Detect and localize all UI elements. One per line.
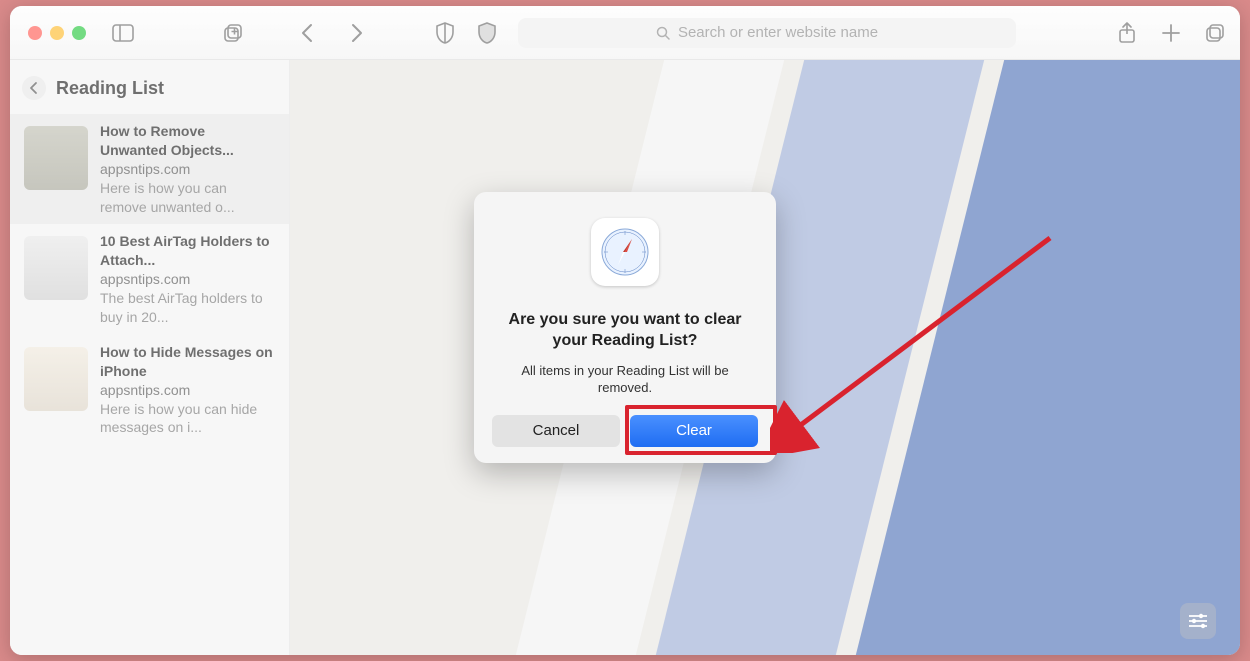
item-desc: The best AirTag holders to buy in 20... (100, 289, 275, 327)
item-text: 10 Best AirTag Holders to Attach... apps… (100, 232, 275, 326)
sidebar-title: Reading List (56, 78, 164, 99)
share-icon[interactable] (1116, 22, 1138, 44)
item-desc: Here is how you can remove unwanted o... (100, 179, 275, 217)
right-tools (1116, 22, 1226, 44)
customize-start-page-icon[interactable] (1180, 603, 1216, 639)
item-title: How to Remove Unwanted Objects... (100, 122, 275, 160)
reading-list-item[interactable]: How to Remove Unwanted Objects... appsnt… (10, 114, 289, 224)
item-title: How to Hide Messages on iPhone (100, 343, 275, 381)
minimize-window-button[interactable] (50, 26, 64, 40)
sidebar-header: Reading List (10, 60, 289, 114)
clear-button[interactable]: Clear (630, 415, 758, 447)
dialog-title: Are you sure you want to clear your Read… (492, 310, 758, 352)
reading-list-item[interactable]: How to Hide Messages on iPhone appsntips… (10, 335, 289, 445)
item-text: How to Remove Unwanted Objects... appsnt… (100, 122, 275, 216)
forward-button[interactable] (346, 22, 368, 44)
sidebar-toggle-icon[interactable] (112, 22, 134, 44)
dialog-buttons: Cancel Clear (492, 415, 758, 447)
item-thumbnail (24, 126, 88, 190)
close-window-button[interactable] (28, 26, 42, 40)
address-placeholder: Search or enter website name (678, 24, 878, 41)
new-tab-group-icon[interactable] (222, 22, 244, 44)
sidebar-back-button[interactable] (22, 76, 46, 100)
item-text: How to Hide Messages on iPhone appsntips… (100, 343, 275, 437)
privacy-report-icon[interactable] (476, 22, 498, 44)
dialog-body: All items in your Reading List will be r… (492, 362, 758, 397)
safari-app-icon (591, 218, 659, 286)
address-bar[interactable]: Search or enter website name (518, 18, 1016, 48)
reading-list-sidebar: Reading List How to Remove Unwanted Obje… (10, 60, 290, 655)
item-thumbnail (24, 347, 88, 411)
item-desc: Here is how you can hide messages on i..… (100, 400, 275, 438)
reading-list-item[interactable]: 10 Best AirTag Holders to Attach... apps… (10, 224, 289, 334)
search-icon (656, 26, 670, 40)
safari-window: Search or enter website name Reading Lis… (10, 6, 1240, 655)
item-site: appsntips.com (100, 160, 275, 179)
fullscreen-window-button[interactable] (72, 26, 86, 40)
item-title: 10 Best AirTag Holders to Attach... (100, 232, 275, 270)
back-button[interactable] (296, 22, 318, 44)
toolbar: Search or enter website name (10, 6, 1240, 60)
new-tab-icon[interactable] (1160, 22, 1182, 44)
privacy-group (434, 22, 498, 44)
item-site: appsntips.com (100, 270, 275, 289)
window-traffic-lights (10, 26, 86, 40)
item-thumbnail (24, 236, 88, 300)
tabs-overview-icon[interactable] (1204, 22, 1226, 44)
shield-icon[interactable] (434, 22, 456, 44)
reading-list: How to Remove Unwanted Objects... appsnt… (10, 114, 289, 655)
clear-reading-list-dialog: Are you sure you want to clear your Read… (474, 192, 776, 463)
item-site: appsntips.com (100, 381, 275, 400)
cancel-button[interactable]: Cancel (492, 415, 620, 447)
nav-group (296, 22, 368, 44)
